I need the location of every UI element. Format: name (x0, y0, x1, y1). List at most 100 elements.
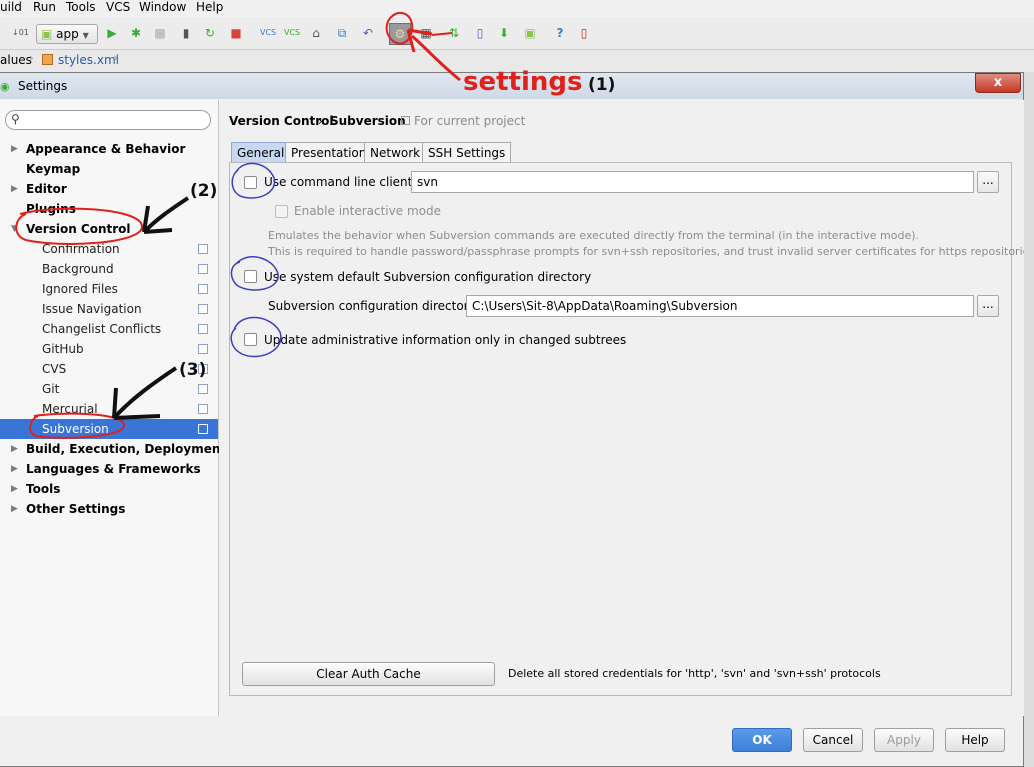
settings-icon[interactable]: ⚙ (389, 23, 411, 45)
config-dir-label: Subversion configuration directory: (268, 299, 479, 313)
tree-item-editor[interactable]: Editor (26, 179, 67, 199)
browse-config-dir-button[interactable]: ... (977, 295, 999, 317)
project-scope-icon (198, 324, 208, 334)
config-dir-input[interactable]: C:\Users\Sit-8\AppData\Roaming\Subversio… (466, 295, 974, 317)
project-scope-icon (198, 304, 208, 314)
menu-vcs[interactable]: VCS (106, 0, 130, 15)
tree-item-version-control[interactable]: Version Control (26, 219, 131, 239)
expand-arrow-icon[interactable]: ▶ (11, 139, 18, 159)
search-icon: ⚲ (11, 112, 20, 126)
history-icon[interactable]: ⌂ (308, 25, 324, 41)
tree-item-plugins[interactable]: Plugins (26, 199, 76, 219)
expand-arrow-icon[interactable]: ▶ (11, 479, 18, 499)
menu-run[interactable]: Run (33, 0, 56, 15)
cancel-button[interactable]: Cancel (803, 728, 863, 752)
tree-item-cvs[interactable]: CVS (42, 359, 66, 379)
tab-general[interactable]: General (231, 142, 291, 162)
project-structure-icon[interactable]: ▦ (418, 25, 434, 41)
annotation-step-3: (3) (179, 360, 207, 380)
breadcrumb[interactable]: alues (0, 53, 32, 67)
tab-presentation[interactable]: Presentation (285, 142, 373, 162)
tree-item-github[interactable]: GitHub (42, 339, 84, 359)
menu-help[interactable]: Help (196, 0, 223, 15)
compare-icon[interactable]: ⧉ (334, 25, 350, 41)
project-scope-icon (198, 264, 208, 274)
run-config-select[interactable]: ▣ app ▼ (36, 24, 98, 44)
vcs-commit-icon[interactable]: VCS (284, 25, 300, 41)
tree-item-issue-navigation[interactable]: Issue Navigation (42, 299, 142, 319)
file-tab-styles[interactable]: styles.xml (58, 53, 119, 67)
tab-ssh-settings[interactable]: SSH Settings (422, 142, 512, 162)
close-button[interactable]: x (975, 73, 1021, 93)
tree-item-tools[interactable]: Tools (26, 479, 60, 499)
use-default-config-checkbox[interactable] (244, 270, 257, 283)
tree-item-git[interactable]: Git (42, 379, 59, 399)
tree-item-keymap[interactable]: Keymap (26, 159, 80, 179)
sync-icon[interactable]: ↻ (202, 25, 218, 41)
revert-icon[interactable]: ↶ (360, 25, 376, 41)
dialog-title: Settings (18, 79, 68, 93)
xml-file-icon (42, 54, 53, 65)
android-icon[interactable]: ▣ (522, 25, 538, 41)
browse-cmd-client-button[interactable]: ... (977, 171, 999, 193)
tree-item-changelist-conflicts[interactable]: Changelist Conflicts (42, 319, 161, 339)
clear-auth-cache-note: Delete all stored credentials for 'http'… (508, 667, 881, 680)
project-scope-icon (198, 244, 208, 254)
tree-item-ignored-files[interactable]: Ignored Files (42, 279, 118, 299)
debug-icon[interactable]: ✱ (128, 25, 144, 41)
collapse-arrow-icon[interactable]: ▼ (11, 219, 18, 239)
clear-auth-cache-button[interactable]: Clear Auth Cache (242, 662, 495, 686)
tree-item-confirmation[interactable]: Confirmation (42, 239, 120, 259)
annotation-settings-label: settings (463, 67, 583, 97)
project-scope-icon (198, 284, 208, 294)
tree-item-subversion[interactable]: Subversion (42, 419, 109, 439)
project-scope-icon (198, 344, 208, 354)
android-icon: ▣ (41, 27, 53, 41)
scope-note: For current project (414, 114, 526, 128)
run-icon[interactable]: ▶ (104, 25, 120, 41)
help-button[interactable]: Help (945, 728, 1005, 752)
vcs-update-icon[interactable]: VCS (260, 25, 276, 41)
stop-icon[interactable]: ■ (228, 25, 244, 41)
tree-item-mercurial[interactable]: Mercurial (42, 399, 98, 419)
menu-tools[interactable]: Tools (66, 0, 96, 15)
project-scope-icon (198, 404, 208, 414)
separator-icon: › (113, 51, 118, 65)
breadcrumb-separator: › (318, 114, 323, 128)
ok-button[interactable]: OK (732, 728, 792, 752)
annotation-step-2: (2) (190, 181, 218, 201)
help-icon[interactable]: ? (552, 25, 568, 41)
sync-gradle-icon[interactable]: ⇅ (446, 25, 462, 41)
tree-item-other-settings[interactable]: Other Settings (26, 499, 125, 519)
chevron-down-icon: ▼ (82, 31, 89, 40)
use-cmd-client-checkbox[interactable] (244, 176, 257, 189)
avd-manager-icon[interactable]: ▯ (472, 25, 488, 41)
tab-network[interactable]: Network (364, 142, 427, 162)
interactive-mode-checkbox[interactable] (275, 205, 288, 218)
device-icon[interactable]: ▯ (576, 25, 592, 41)
make-icon[interactable]: ↓01 (12, 25, 29, 41)
expand-arrow-icon[interactable]: ▶ (11, 179, 18, 199)
description-line-2: This is required to handle password/pass… (268, 245, 1034, 258)
search-input[interactable]: ⚲ (5, 110, 211, 130)
sdk-manager-icon[interactable]: ⬇ (496, 25, 512, 41)
apply-button[interactable]: Apply (874, 728, 934, 752)
cmd-client-path-input[interactable]: svn (411, 171, 974, 193)
tree-item-background[interactable]: Background (42, 259, 114, 279)
tree-item-appearance-behavior[interactable]: Appearance & Behavior (26, 139, 185, 159)
expand-arrow-icon[interactable]: ▶ (11, 439, 18, 459)
general-tab-panel (229, 162, 1012, 696)
project-scope-icon (401, 116, 410, 125)
tree-item-build-execution-deployment[interactable]: Build, Execution, Deployment (26, 439, 226, 459)
menu-build[interactable]: uild (0, 0, 22, 15)
tree-item-languages-frameworks[interactable]: Languages & Frameworks (26, 459, 201, 479)
expand-arrow-icon[interactable]: ▶ (11, 459, 18, 479)
menu-window[interactable]: Window (139, 0, 186, 15)
attach-debugger-icon[interactable]: ▩ (152, 25, 168, 41)
device-monitor-icon[interactable]: ▮ (178, 25, 194, 41)
expand-arrow-icon[interactable]: ▶ (11, 499, 18, 519)
project-scope-icon (198, 384, 208, 394)
update-admin-checkbox[interactable] (244, 333, 257, 346)
separator-icon: › (29, 51, 34, 65)
run-config-value: app (56, 27, 79, 41)
